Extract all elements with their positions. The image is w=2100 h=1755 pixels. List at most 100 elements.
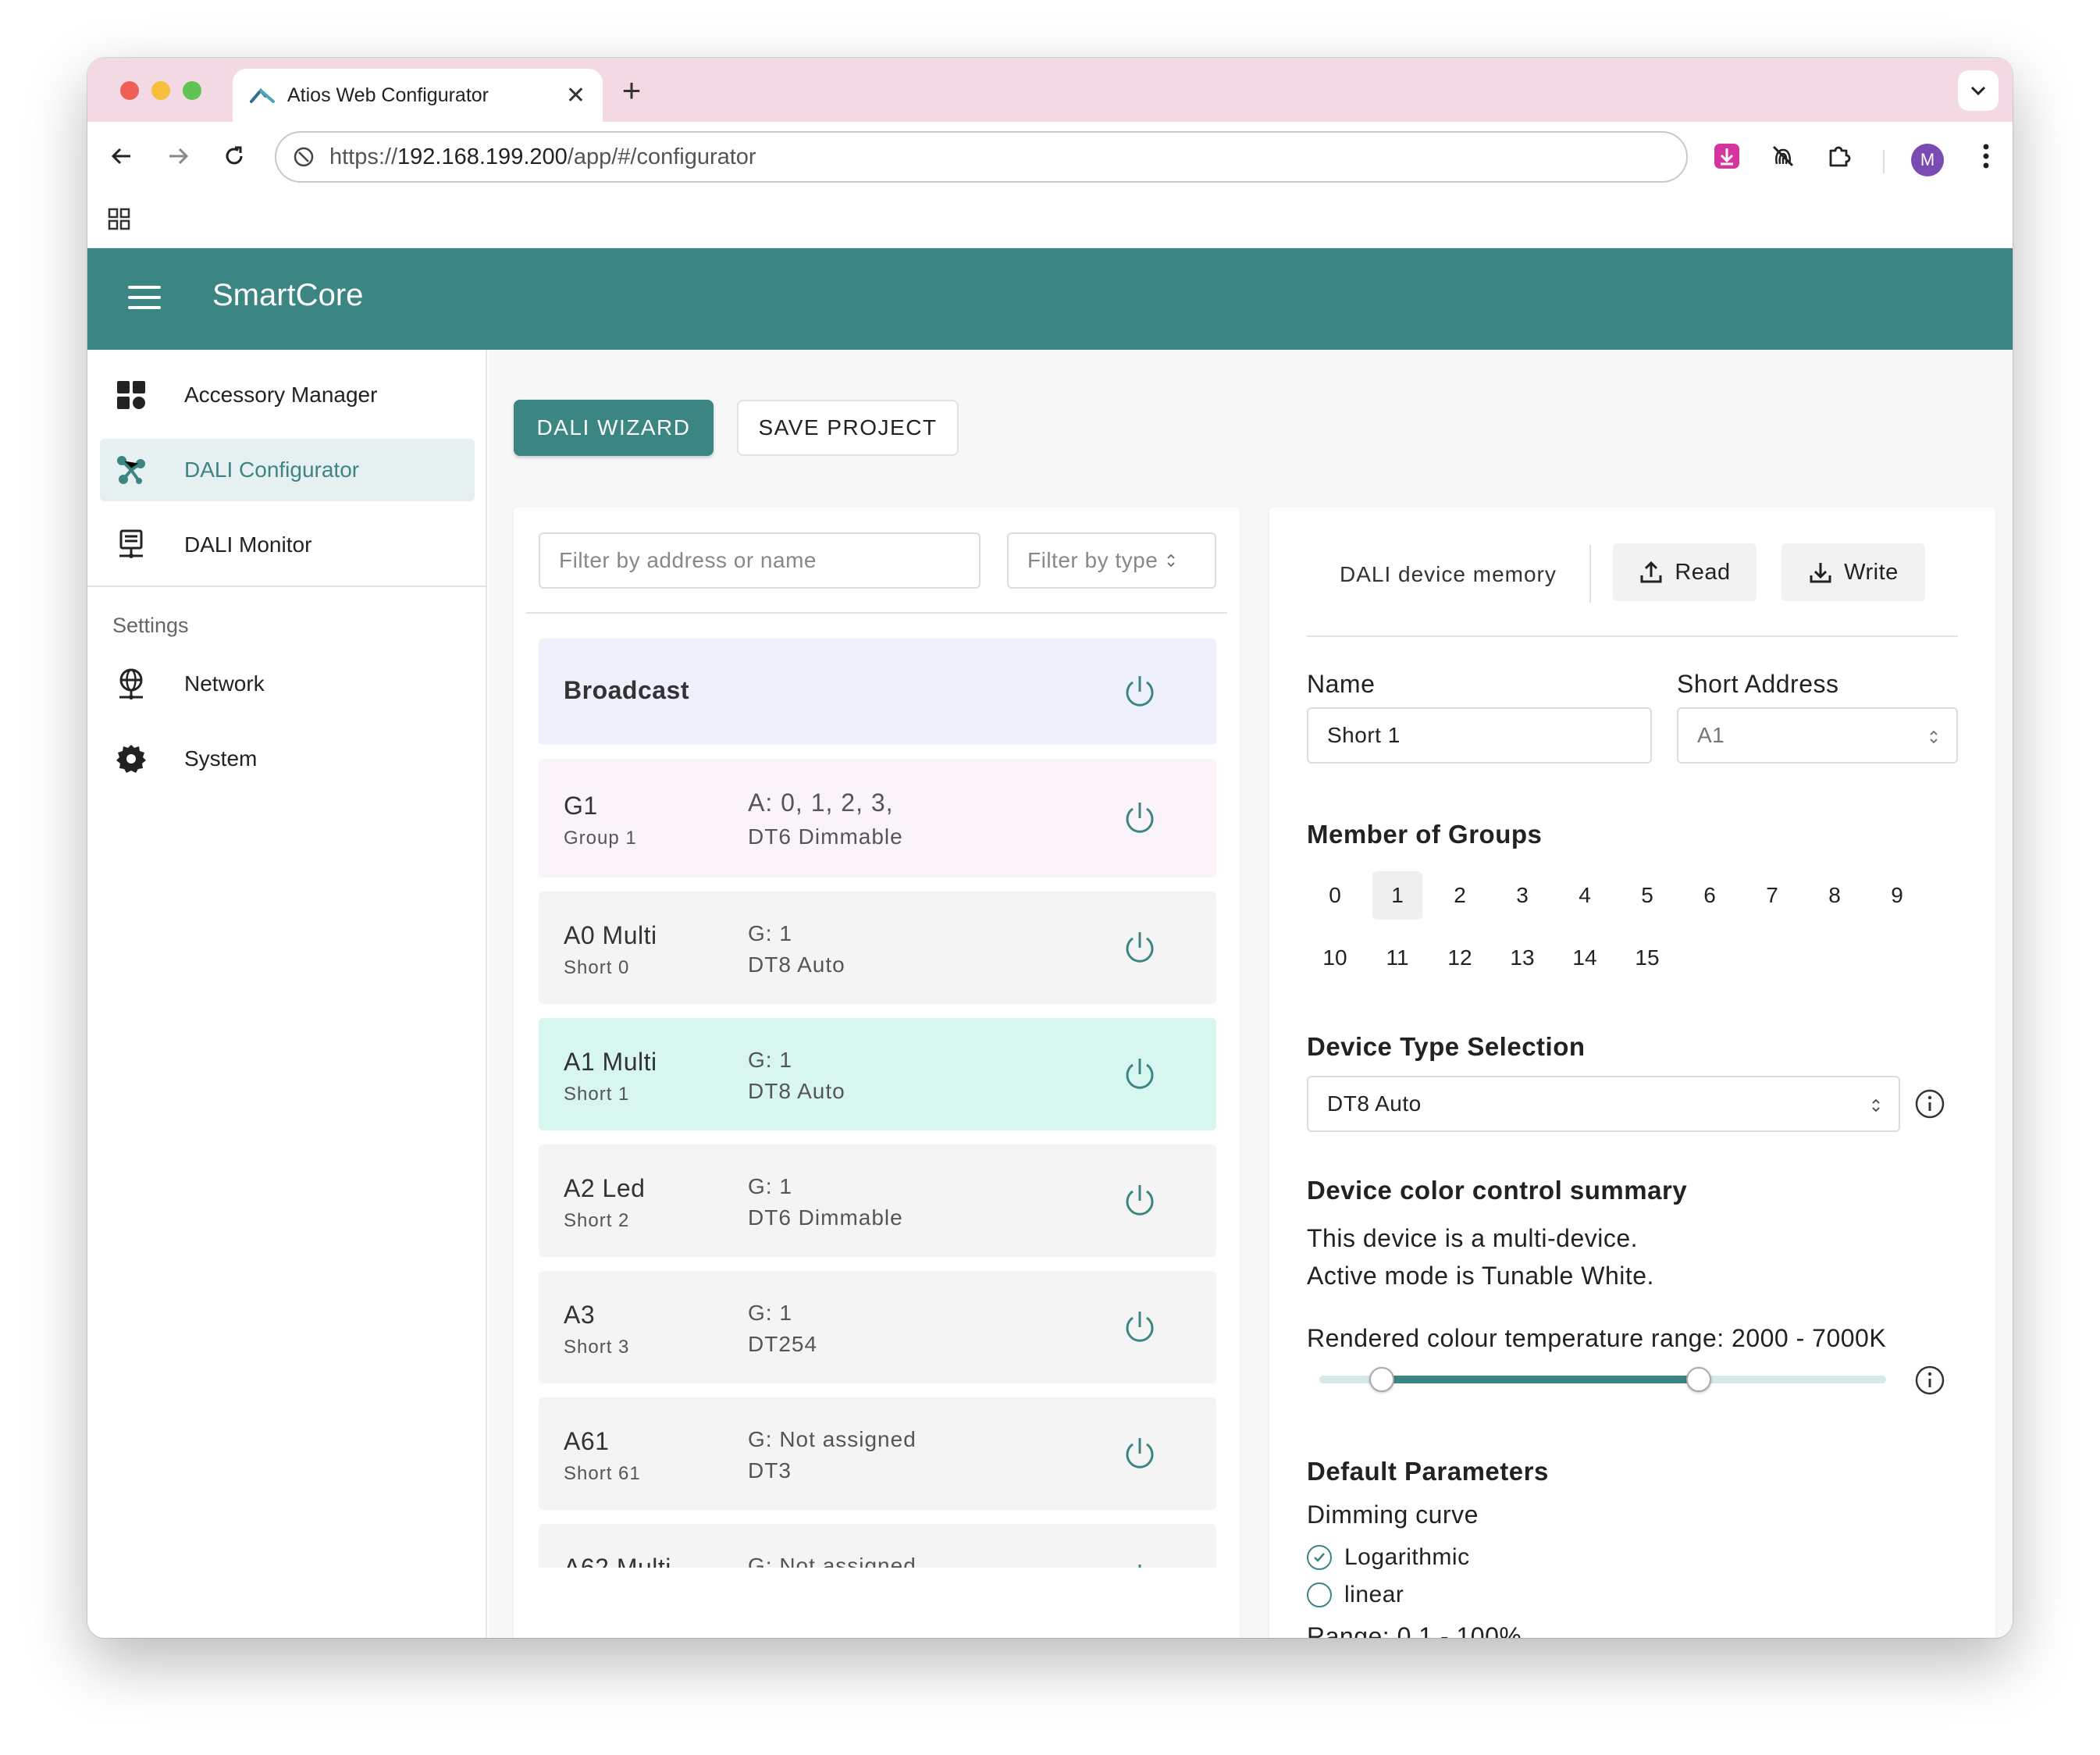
group-toggle-4[interactable]: 4 [1560, 871, 1610, 920]
arrow-left-icon [111, 148, 130, 165]
tracker-extension-button[interactable] [1766, 139, 1800, 173]
device-type: DT254 [748, 1332, 818, 1356]
power-icon[interactable] [1121, 1561, 1159, 1568]
info-icon[interactable] [1914, 1088, 1945, 1120]
device-type: DT8 Auto [748, 1079, 845, 1103]
info-icon[interactable] [1914, 1365, 1945, 1396]
device-name: A1 Multi [564, 1048, 657, 1076]
temp-range-slider[interactable] [1319, 1367, 1886, 1392]
slider-fill [1381, 1376, 1700, 1383]
power-icon[interactable] [1121, 1182, 1159, 1219]
atios-logo-icon [250, 87, 275, 103]
group-toggle-3[interactable]: 3 [1497, 871, 1547, 920]
name-input[interactable]: Short 1 [1307, 707, 1652, 764]
group-toggle-8[interactable]: 8 [1810, 871, 1860, 920]
slider-thumb-min[interactable] [1369, 1367, 1394, 1392]
sidebar-item-network[interactable]: Network [100, 653, 475, 715]
apps-grid-icon[interactable] [108, 208, 131, 231]
group-toggle-9[interactable]: 9 [1872, 871, 1922, 920]
download-icon [1810, 563, 1831, 583]
sidebar-divider [87, 586, 487, 587]
group-toggle-2[interactable]: 2 [1435, 871, 1485, 920]
group-toggle-14[interactable]: 14 [1560, 934, 1610, 982]
download-extension-button[interactable] [1710, 139, 1744, 173]
extensions-button[interactable] [1822, 139, 1856, 173]
device-name: G1 [564, 792, 598, 820]
device-detail-panel: DALI device memory Read Write Name Short… [1269, 507, 1995, 1638]
device-card-selected[interactable]: A1 Multi Short 1 G: 1 DT8 Auto [539, 1018, 1216, 1130]
group-toggle-11[interactable]: 11 [1372, 934, 1422, 982]
close-window-button[interactable] [120, 81, 139, 100]
curve-option-linear[interactable]: linear [1307, 1582, 1404, 1608]
address-bar[interactable]: https://192.168.199.200/app/#/configurat… [275, 131, 1688, 183]
close-tab-icon[interactable]: ✕ [566, 82, 586, 109]
new-tab-button[interactable]: + [612, 72, 651, 109]
device-card[interactable]: A62 Multi G: Not assigned [539, 1524, 1216, 1568]
group-toggle-6[interactable]: 6 [1685, 871, 1735, 920]
profile-avatar[interactable]: M [1911, 144, 1944, 176]
power-icon[interactable] [1121, 1055, 1159, 1093]
device-card-broadcast[interactable]: Broadcast [539, 639, 1216, 745]
group-toggle-1[interactable]: 1 [1372, 871, 1422, 920]
filter-address-input[interactable]: Filter by address or name [539, 532, 981, 589]
sidebar-item-dali-configurator[interactable]: DALI Configurator [100, 439, 475, 501]
sidebar-item-system[interactable]: System [100, 728, 475, 790]
sidebar-item-label: DALI Monitor [184, 532, 312, 557]
url-scheme: https:// [329, 144, 398, 169]
detail-divider [1307, 635, 1958, 637]
write-button[interactable]: Write [1781, 543, 1925, 601]
site-info-icon[interactable] [292, 145, 315, 169]
back-button[interactable] [103, 137, 141, 175]
fingerprint-off-icon [1772, 145, 1794, 167]
dali-wizard-button[interactable]: DALI WIZARD [514, 400, 714, 456]
radio-checked-icon [1307, 1545, 1332, 1570]
device-name: A61 [564, 1427, 610, 1455]
device-card[interactable]: A2 Led Short 2 G: 1 DT6 Dimmable [539, 1144, 1216, 1257]
browser-menu-button[interactable] [1969, 139, 2003, 173]
group-toggle-15[interactable]: 15 [1622, 934, 1672, 982]
power-icon[interactable] [1121, 799, 1159, 837]
browser-tab[interactable]: Atios Web Configurator ✕ [233, 69, 603, 122]
group-toggle-7[interactable]: 7 [1747, 871, 1797, 920]
slider-thumb-max[interactable] [1686, 1367, 1712, 1392]
device-sub: Short 2 [564, 1210, 630, 1231]
device-sub: Short 0 [564, 957, 630, 978]
filter-type-select[interactable]: Filter by type [1007, 532, 1216, 589]
power-icon[interactable] [1121, 673, 1159, 710]
reload-button[interactable] [215, 137, 253, 175]
group-toggle-10[interactable]: 10 [1310, 934, 1360, 982]
forward-button[interactable] [159, 137, 197, 175]
list-divider [526, 612, 1227, 614]
device-card[interactable]: A3 Short 3 G: 1 DT254 [539, 1271, 1216, 1383]
device-card[interactable]: A61 Short 61 G: Not assigned DT3 [539, 1397, 1216, 1510]
device-type-select[interactable]: DT8 Auto [1307, 1076, 1900, 1132]
power-icon[interactable] [1121, 1435, 1159, 1472]
save-project-button[interactable]: SAVE PROJECT [737, 400, 959, 456]
group-toggle-5[interactable]: 5 [1622, 871, 1672, 920]
toolbar-divider [1883, 150, 1885, 173]
device-groups: G: Not assigned [748, 1554, 917, 1568]
device-card-group[interactable]: G1 Group 1 A: 0, 1, 2, 3, DT6 Dimmable [539, 759, 1216, 878]
menu-icon[interactable] [128, 286, 161, 312]
sidebar-item-accessory-manager[interactable]: Accessory Manager [100, 364, 475, 426]
group-toggle-12[interactable]: 12 [1435, 934, 1485, 982]
write-label: Write [1844, 559, 1899, 585]
url-path: /app/#/configurator [567, 144, 756, 169]
curve-option-logarithmic[interactable]: Logarithmic [1307, 1544, 1470, 1571]
minimize-window-button[interactable] [151, 81, 170, 100]
tab-search-button[interactable] [1958, 70, 1999, 111]
sidebar-item-label: System [184, 746, 258, 771]
device-card[interactable]: A0 Multi Short 0 G: 1 DT8 Auto [539, 892, 1216, 1004]
short-address-select[interactable]: A1 [1677, 707, 1958, 764]
groups-title: Member of Groups [1307, 820, 1543, 849]
group-toggle-13[interactable]: 13 [1497, 934, 1547, 982]
color-summary-title: Device color control summary [1307, 1176, 1688, 1205]
group-toggle-0[interactable]: 0 [1310, 871, 1360, 920]
device-type-title: Device Type Selection [1307, 1032, 1586, 1061]
power-icon[interactable] [1121, 929, 1159, 966]
grid-icon [116, 379, 147, 411]
maximize-window-button[interactable] [183, 81, 201, 100]
sidebar-item-dali-monitor[interactable]: DALI Monitor [100, 514, 475, 576]
power-icon[interactable] [1121, 1308, 1159, 1346]
read-button[interactable]: Read [1613, 543, 1757, 601]
